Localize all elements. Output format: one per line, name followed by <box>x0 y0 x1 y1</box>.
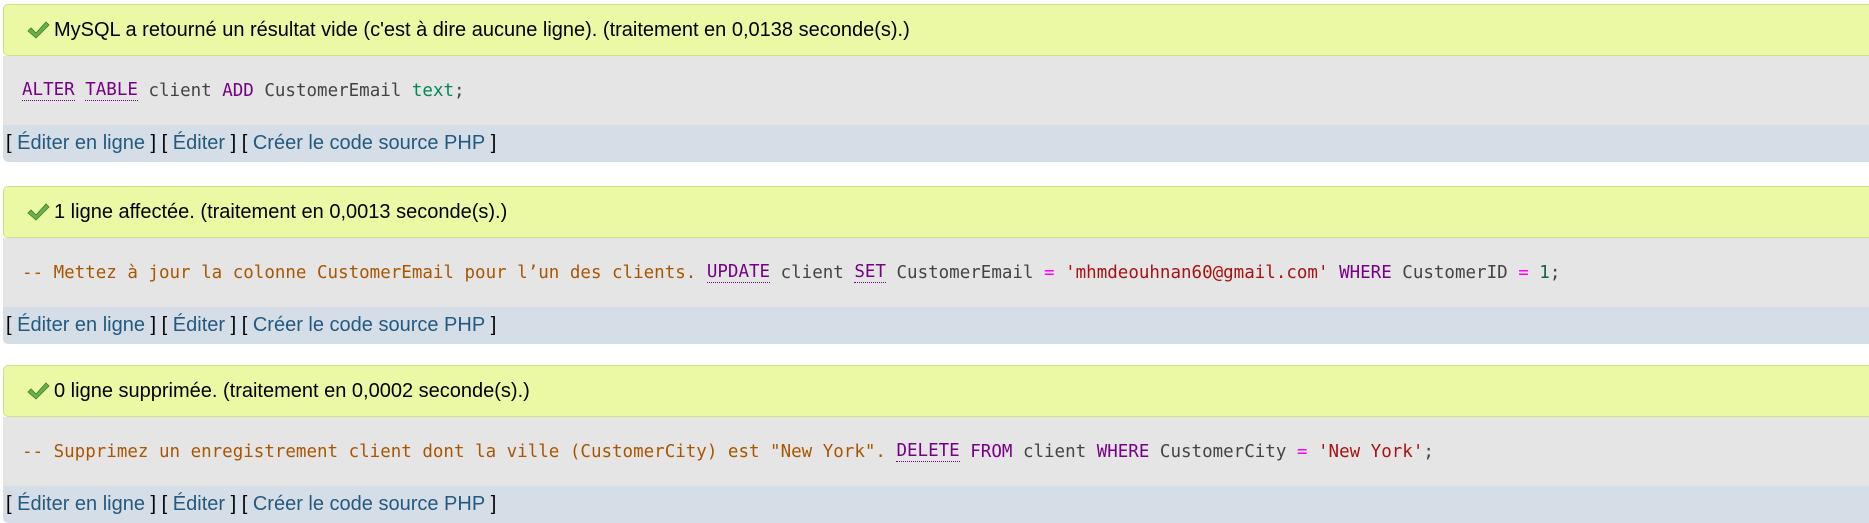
sql-keyword: WHERE <box>1096 441 1150 462</box>
bracket: ] <box>485 132 497 154</box>
success-message-text: MySQL a retourné un résultat vide (c'est… <box>54 18 910 41</box>
checkmark-icon <box>27 203 50 221</box>
edit-link[interactable]: Éditer <box>173 314 225 337</box>
bracket: [ <box>6 132 18 154</box>
sql-text: CustomerID <box>1391 262 1519 283</box>
success-message-text: 1 ligne affectée. (traitement en 0,0013 … <box>54 200 508 223</box>
bracket: [ <box>6 314 18 336</box>
success-message: 0 ligne supprimée. (traitement en 0,0002… <box>3 365 1869 417</box>
success-message: 1 ligne affectée. (traitement en 0,0013 … <box>3 186 1869 238</box>
sql-string: 'mhmdeouhnan60@gmail.com' <box>1065 262 1329 283</box>
sql-text: CustomerCity <box>1149 441 1297 462</box>
bracket: ] [ <box>225 314 253 336</box>
query-actions: [ Éditer en ligne ] [ Éditer ] [ Créer l… <box>3 486 1869 523</box>
edit-inline-link[interactable]: Éditer en ligne <box>17 314 145 337</box>
checkmark-icon <box>27 21 50 39</box>
bracket: ] [ <box>145 314 173 336</box>
sql-operator: = <box>1296 441 1308 462</box>
edit-inline-link[interactable]: Éditer en ligne <box>17 132 145 155</box>
query-actions: [ Éditer en ligne ] [ Éditer ] [ Créer l… <box>3 125 1869 162</box>
bracket: ] [ <box>145 493 173 515</box>
sql-keyword[interactable]: ALTER <box>22 80 75 101</box>
success-message: MySQL a retourné un résultat vide (c'est… <box>3 4 1869 56</box>
bracket: ] [ <box>145 132 173 154</box>
edit-link[interactable]: Éditer <box>173 493 225 516</box>
sql-number: 1 <box>1539 262 1550 283</box>
edit-inline-link[interactable]: Éditer en ligne <box>17 493 145 516</box>
sql-query: ALTER TABLE client ADD CustomerEmail tex… <box>3 56 1869 125</box>
create-php-code-link[interactable]: Créer le code source PHP <box>253 493 485 516</box>
sql-operator: = <box>1518 262 1529 283</box>
sql-text: CustomerEmail <box>253 80 412 101</box>
sql-keyword[interactable]: DELETE <box>896 441 960 462</box>
bracket: ] <box>485 314 497 336</box>
sql-text: ; <box>454 80 465 101</box>
sql-text: CustomerEmail <box>885 262 1045 283</box>
sql-text: ; <box>1423 441 1434 462</box>
bracket: ] <box>485 493 497 515</box>
sql-query: -- Mettez à jour la colonne CustomerEmai… <box>3 238 1869 307</box>
sql-text: client <box>770 262 855 283</box>
sql-keyword[interactable]: TABLE <box>85 80 138 101</box>
bracket: ] [ <box>225 493 253 515</box>
bracket: [ <box>6 493 18 515</box>
sql-keyword: WHERE <box>1339 262 1392 283</box>
sql-keyword[interactable]: SET <box>854 262 886 283</box>
edit-link[interactable]: Éditer <box>173 132 225 155</box>
sql-keyword: ADD <box>222 80 254 101</box>
sql-type: text <box>411 80 455 101</box>
create-php-code-link[interactable]: Créer le code source PHP <box>253 314 485 337</box>
sql-string: 'New York' <box>1318 441 1424 462</box>
sql-comment: -- Supprimez un enregistrement client do… <box>22 441 897 462</box>
sql-text: client <box>137 80 223 101</box>
checkmark-icon <box>27 382 50 400</box>
success-message-text: 0 ligne supprimée. (traitement en 0,0002… <box>54 379 530 402</box>
bracket: ] [ <box>225 132 253 154</box>
sql-text: ; <box>1549 262 1561 283</box>
sql-keyword: FROM <box>970 441 1013 462</box>
sql-query: -- Supprimez un enregistrement client do… <box>3 417 1869 486</box>
sql-text: client <box>1012 441 1097 462</box>
sql-comment: -- Mettez à jour la colonne CustomerEmai… <box>22 262 707 283</box>
query-actions: [ Éditer en ligne ] [ Éditer ] [ Créer l… <box>3 307 1869 344</box>
create-php-code-link[interactable]: Créer le code source PHP <box>253 132 485 155</box>
sql-keyword[interactable]: UPDATE <box>706 262 771 283</box>
sql-operator: = <box>1044 262 1055 283</box>
